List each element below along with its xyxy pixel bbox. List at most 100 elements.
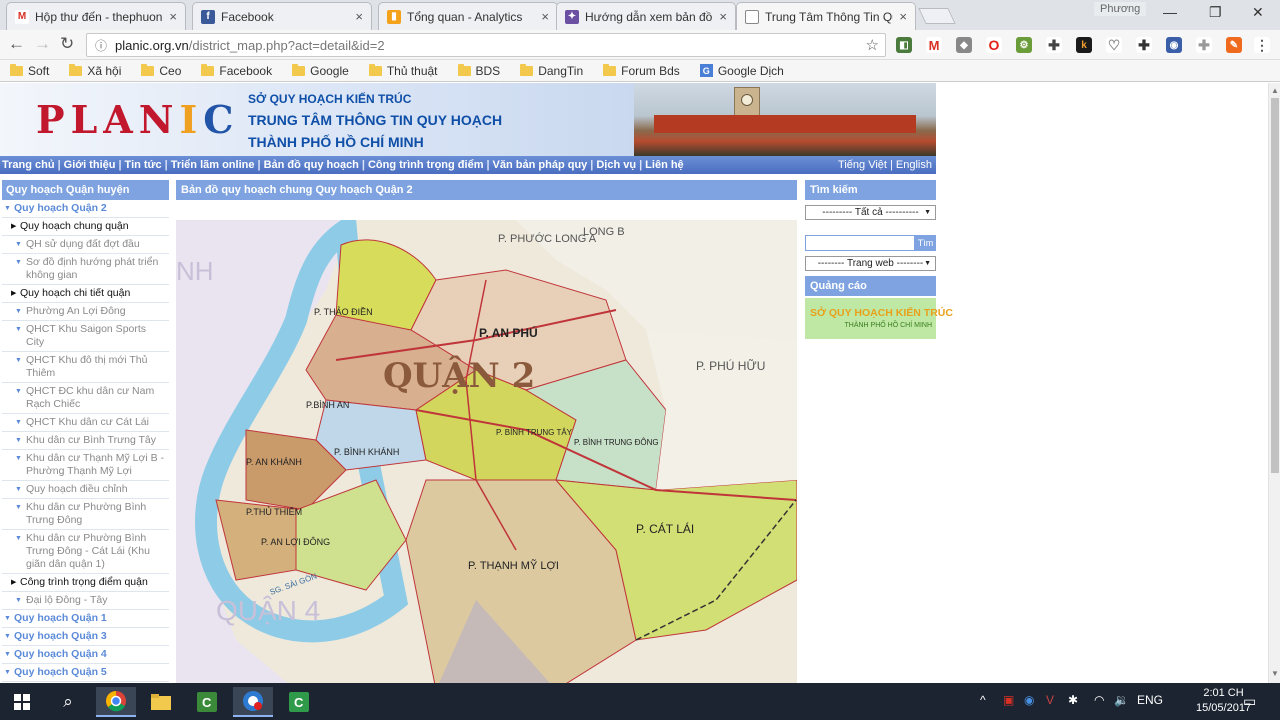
- camtasia-icon[interactable]: C: [187, 687, 227, 717]
- sidebar-item[interactable]: Đại lộ Đông - Tây: [2, 592, 169, 610]
- menu-legal-docs[interactable]: Văn bản pháp quy: [493, 159, 588, 171]
- bookmark-folder[interactable]: Xã hội: [69, 63, 121, 78]
- puzzle-icon[interactable]: ✚: [1196, 37, 1212, 53]
- tab-facebook[interactable]: f Facebook ×: [192, 2, 372, 30]
- restore-icon[interactable]: ❐: [1209, 4, 1222, 21]
- profile-button[interactable]: Phương: [1094, 2, 1147, 16]
- sidebar-item[interactable]: Quy hoạch chung quận: [2, 218, 169, 236]
- sidebar-item[interactable]: Sơ đồ định hướng phát triển không gian: [2, 254, 169, 285]
- info-icon[interactable]: ⓘ: [95, 37, 107, 54]
- tab-forum[interactable]: ✦ Hướng dẫn xem bản đồ ×: [556, 2, 736, 30]
- heart-icon[interactable]: ♡: [1106, 37, 1122, 53]
- bookmark-folder[interactable]: Forum Bds: [603, 63, 680, 78]
- k-extension-icon[interactable]: k: [1076, 37, 1092, 53]
- menu-news[interactable]: Tin tức: [125, 159, 162, 171]
- menu-planning-map[interactable]: Bản đồ quy hoạch: [264, 159, 359, 171]
- sidebar-item[interactable]: Quy hoạch Quận 5: [2, 664, 169, 682]
- address-bar[interactable]: ⓘ planic.org.vn/district_map.php?act=det…: [86, 33, 886, 57]
- sidebar-item[interactable]: Quy hoạch Quận 1: [2, 610, 169, 628]
- menu-contact[interactable]: Liên hệ: [645, 159, 684, 171]
- minimize-icon[interactable]: —: [1163, 4, 1177, 20]
- file-explorer-icon[interactable]: [141, 687, 181, 717]
- bookmark-folder[interactable]: Google: [292, 63, 349, 78]
- extension-icon[interactable]: ⚙: [1016, 37, 1032, 53]
- puzzle-icon[interactable]: ✚: [1136, 37, 1152, 53]
- opera-icon[interactable]: O: [986, 37, 1002, 53]
- sidebar-item[interactable]: Khu dân cư Bình Trưng Tây: [2, 432, 169, 450]
- camtasia-editor-icon[interactable]: C: [279, 687, 319, 717]
- search-input[interactable]: [805, 235, 915, 251]
- menu-exhibition[interactable]: Triển lãm online: [171, 159, 255, 171]
- recorder-icon[interactable]: [233, 687, 273, 717]
- extension-icon[interactable]: ◧: [896, 37, 912, 53]
- sidebar-item[interactable]: QHCT Khu đô thị mới Thủ Thiêm: [2, 352, 169, 383]
- sidebar-item[interactable]: QH sử dụng đất đợt đầu: [2, 236, 169, 254]
- ad-banner[interactable]: SỞ QUY HOẠCH KIẾN TRÚC THÀNH PHỐ HỒ CHÍ …: [805, 298, 953, 339]
- sidebar-item[interactable]: QHCT ĐC khu dân cư Nam Rạch Chiếc: [2, 383, 169, 414]
- bookmark-star-icon[interactable]: ☆: [866, 36, 879, 54]
- close-icon[interactable]: ×: [541, 9, 549, 24]
- tray-app-icon[interactable]: ◉: [1024, 693, 1034, 707]
- sidebar-item[interactable]: Khu dân cư Phường Bình Trưng Đông - Cát …: [2, 530, 169, 574]
- windows-start-icon[interactable]: [2, 687, 42, 717]
- bookmark-google-translate[interactable]: G Google Dịch: [699, 64, 784, 78]
- scroll-down-icon[interactable]: ▼: [1271, 669, 1279, 678]
- input-language[interactable]: ENG: [1137, 693, 1163, 707]
- chrome-icon[interactable]: [96, 687, 136, 717]
- menu-about[interactable]: Giới thiệu: [64, 159, 116, 171]
- close-icon[interactable]: ×: [355, 9, 363, 24]
- sidebar-item[interactable]: Quy hoạch chi tiết quận: [2, 285, 169, 303]
- window-close-icon[interactable]: ✕: [1252, 4, 1264, 21]
- bookmark-folder[interactable]: Facebook: [201, 63, 272, 78]
- back-icon[interactable]: ←: [8, 34, 25, 54]
- extension-icon[interactable]: ◉: [1166, 37, 1182, 53]
- tray-expand-icon[interactable]: ^: [980, 693, 986, 707]
- tray-app-icon[interactable]: V: [1046, 693, 1054, 707]
- bookmark-folder[interactable]: Ceo: [141, 63, 181, 78]
- menu-services[interactable]: Dịch vụ: [596, 159, 636, 171]
- menu-icon[interactable]: ⋮: [1254, 37, 1270, 53]
- gmail-extension-icon[interactable]: M: [926, 37, 942, 53]
- menu-key-projects[interactable]: Công trình trọng điểm: [368, 159, 483, 171]
- search-button[interactable]: Tìm: [915, 235, 936, 251]
- tray-app-icon[interactable]: ▣: [1003, 693, 1014, 707]
- forward-icon[interactable]: →: [34, 34, 51, 54]
- district-map[interactable]: QUẬN 2 P. PHƯỚC LONG A LONG B P. PHÚ HỮU…: [176, 220, 797, 683]
- category-select[interactable]: --------- Tất cả ----------: [805, 205, 936, 220]
- extension-icon[interactable]: ◆: [956, 37, 972, 53]
- page-scrollbar[interactable]: ▲ ▼: [1268, 83, 1280, 683]
- sidebar-item[interactable]: Khu dân cư Phường Bình Trưng Đông: [2, 499, 169, 530]
- bookmark-folder[interactable]: Thủ thuật: [368, 63, 438, 78]
- scrollbar-thumb[interactable]: [1271, 98, 1279, 473]
- sidebar-item[interactable]: Công trình trọng điểm quận: [2, 574, 169, 592]
- sidebar-item[interactable]: QHCT Khu dân cư Cát Lái: [2, 414, 169, 432]
- new-tab-button[interactable]: [918, 8, 956, 24]
- close-icon[interactable]: ×: [169, 9, 177, 24]
- extension-icon[interactable]: ✎: [1226, 37, 1242, 53]
- tab-analytics[interactable]: ▮ Tổng quan - Analytics ×: [378, 2, 558, 30]
- sidebar-item[interactable]: Phường An Lợi Đông: [2, 303, 169, 321]
- notification-icon[interactable]: ▭: [1243, 693, 1256, 710]
- puzzle-icon[interactable]: ✚: [1046, 37, 1062, 53]
- volume-icon[interactable]: 🔉: [1114, 693, 1129, 707]
- close-icon[interactable]: ×: [719, 9, 727, 24]
- tab-planic[interactable]: Trung Tâm Thông Tin Qu ×: [736, 2, 916, 30]
- tray-app-icon[interactable]: ✱: [1068, 693, 1078, 707]
- sidebar-item[interactable]: Quy hoạch Quận 3: [2, 628, 169, 646]
- sidebar-item[interactable]: QHCT Khu Saigon Sports City: [2, 321, 169, 352]
- scroll-up-icon[interactable]: ▲: [1271, 86, 1279, 95]
- tab-gmail[interactable]: M Hộp thư đến - thephuong ×: [6, 2, 186, 30]
- reload-icon[interactable]: ↻: [60, 34, 74, 54]
- bookmark-folder[interactable]: BDS: [457, 63, 500, 78]
- wifi-icon[interactable]: ◠: [1094, 693, 1104, 707]
- sidebar-item[interactable]: Quy hoạch Quận 4: [2, 646, 169, 664]
- menu-home[interactable]: Trang chủ: [2, 159, 55, 171]
- sidebar-item[interactable]: Khu dân cư Thạnh Mỹ Lợi B - Phường Thạnh…: [2, 450, 169, 481]
- site-select[interactable]: -------- Trang web --------: [805, 256, 936, 271]
- bookmark-folder[interactable]: Soft: [10, 63, 49, 78]
- search-icon[interactable]: ⌕: [48, 687, 88, 717]
- sidebar-item[interactable]: Quy hoạch điều chỉnh: [2, 481, 169, 499]
- sidebar-item[interactable]: Quy hoạch Quận 2: [2, 200, 169, 218]
- language-switch[interactable]: Tiếng Việt | English: [838, 159, 932, 171]
- close-icon[interactable]: ×: [899, 9, 907, 24]
